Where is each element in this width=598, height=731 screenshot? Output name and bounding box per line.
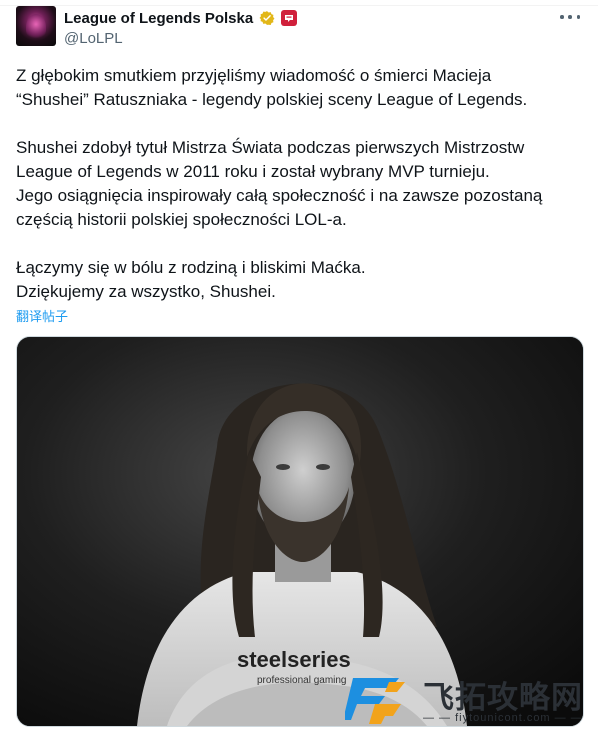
account-avatar[interactable] bbox=[16, 6, 56, 46]
more-options-icon[interactable] bbox=[560, 12, 580, 22]
post-header: League of Legends Polska @LoLPL bbox=[64, 7, 558, 47]
post-text: Z głębokim smutkiem przyjęliśmy wiadomoś… bbox=[16, 64, 582, 304]
post-card: League of Legends Polska @LoLPL Z głębok… bbox=[0, 0, 598, 731]
display-name[interactable]: League of Legends Polska bbox=[64, 10, 253, 27]
shirt-logo-text: steelseries bbox=[237, 647, 351, 672]
shirt-subtext: professional gaming bbox=[257, 675, 347, 686]
top-edge bbox=[0, 0, 598, 6]
post-paragraph-2: Shushei zdobył tytuł Mistrza Świata podc… bbox=[16, 138, 543, 229]
watermark-subtitle: — — fiytounicont.com — — bbox=[423, 712, 583, 724]
post-paragraph-1: Z głębokim smutkiem przyjęliśmy wiadomoś… bbox=[16, 66, 528, 109]
site-watermark: 飞拓攻略网 — — fiytounicont.com — — bbox=[345, 668, 598, 731]
watermark-logo-icon bbox=[345, 678, 405, 724]
verified-badge-icon bbox=[259, 10, 275, 26]
account-handle[interactable]: @LoLPL bbox=[64, 30, 558, 47]
name-row: League of Legends Polska bbox=[64, 7, 558, 29]
post-paragraph-3: Łączymy się w bólu z rodziną i bliskimi … bbox=[16, 258, 366, 301]
watermark-title: 飞拓攻略网 bbox=[423, 680, 583, 715]
affiliate-badge-icon bbox=[281, 10, 298, 26]
translate-post-link[interactable]: 翻译帖子 bbox=[16, 306, 68, 325]
